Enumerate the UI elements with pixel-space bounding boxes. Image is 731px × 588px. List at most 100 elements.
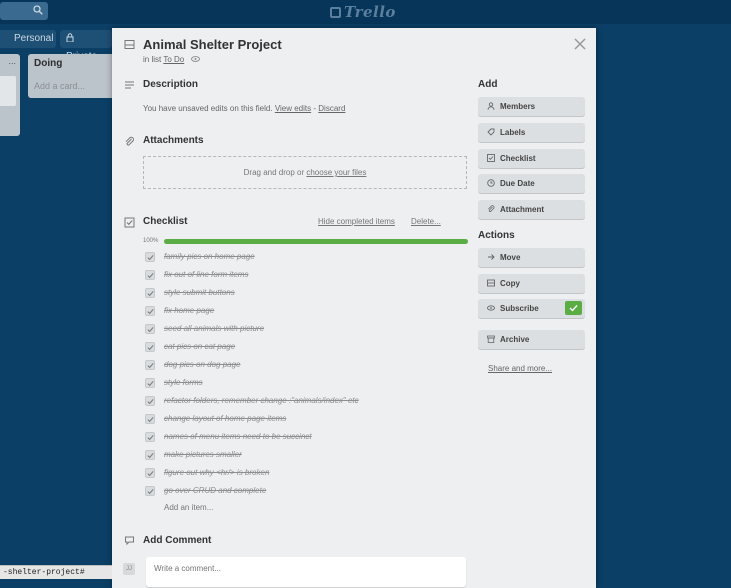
check-icon (147, 399, 154, 405)
checkbox[interactable] (145, 288, 155, 298)
checklist-item-text[interactable]: names of menu items need to be succinct (164, 432, 312, 441)
delete-checklist-link[interactable]: Delete... (411, 217, 441, 226)
avatar[interactable]: JJ (123, 563, 135, 575)
trello-logo-icon (330, 7, 341, 18)
add-item-link[interactable]: Add an item... (164, 503, 213, 512)
add-card-link[interactable]: Add a card... (34, 81, 85, 91)
labels-label: Labels (500, 128, 526, 137)
description-heading: Description (143, 79, 199, 90)
check-icon (147, 327, 154, 333)
checkbox[interactable] (145, 432, 155, 442)
checklist-item-text[interactable]: family pics on home page (164, 252, 255, 261)
checklist-item-text[interactable]: style submit buttons (164, 288, 235, 297)
checkbox[interactable] (145, 378, 155, 388)
checklist-item-text[interactable]: refactor folders, remember change :"anim… (164, 396, 359, 405)
checklist-item[interactable]: cat pics on cat page (143, 340, 473, 358)
card-title[interactable]: Animal Shelter Project (143, 37, 282, 52)
checklist-item[interactable]: fix home page (143, 304, 473, 322)
checklist-item[interactable]: family pics on home page (143, 250, 473, 268)
view-edits-link[interactable]: View edits (275, 104, 311, 113)
attachment-drop-zone[interactable]: Drag and drop or choose your files (143, 156, 467, 189)
checkbox[interactable] (145, 396, 155, 406)
checklist-item-text[interactable]: style forms (164, 378, 203, 387)
checklist-item-text[interactable]: fix home page (164, 306, 214, 315)
checklist-item-text[interactable]: cat pics on cat page (164, 342, 235, 351)
card-list-info: in list To Do (143, 55, 201, 64)
checklist-item[interactable]: change layout of home page items (143, 412, 473, 430)
person-icon (487, 102, 495, 110)
checkbox[interactable] (145, 486, 155, 496)
check-icon (569, 305, 578, 312)
checklist-button[interactable]: Checklist (478, 149, 585, 168)
choose-files-link[interactable]: choose your files (306, 168, 366, 177)
hide-completed-link[interactable]: Hide completed items (318, 217, 395, 226)
check-icon (147, 453, 154, 459)
checkbox[interactable] (145, 468, 155, 478)
checklist-item-text[interactable]: seed all animals with picture (164, 324, 264, 333)
checklist-item[interactable]: names of menu items need to be succinct (143, 430, 473, 448)
personal-team-button[interactable]: Personal (0, 30, 56, 48)
card-icon (124, 40, 135, 49)
due-date-button[interactable]: Due Date (478, 174, 585, 193)
checklist-item[interactable]: seed all animals with picture (143, 322, 473, 340)
checklist-item[interactable]: make pictures smaller (143, 448, 473, 466)
archive-icon (487, 335, 495, 343)
add-heading: Add (478, 79, 498, 90)
checklist-item-text[interactable]: figure out why <hr/> is broken (164, 468, 269, 477)
copy-button[interactable]: Copy (478, 274, 585, 293)
checklist-item-text[interactable]: change layout of home page items (164, 414, 286, 423)
checklist-progress-fill (164, 239, 468, 244)
attachments-heading: Attachments (143, 135, 204, 146)
checkbox[interactable] (145, 360, 155, 370)
unsaved-edits-notice: You have unsaved edits on this field. Vi… (143, 104, 345, 113)
archive-button[interactable]: Archive (478, 330, 585, 349)
move-button[interactable]: Move (478, 248, 585, 267)
attachment-button[interactable]: Attachment (478, 200, 585, 219)
trello-logo[interactable]: Trello (330, 3, 396, 21)
close-icon[interactable] (574, 38, 586, 50)
checkbox[interactable] (145, 270, 155, 280)
checkbox[interactable] (145, 324, 155, 334)
checklist-item[interactable]: style submit buttons (143, 286, 473, 304)
checkbox[interactable] (145, 414, 155, 424)
checklist-item[interactable]: figure out why <hr/> is broken (143, 466, 473, 484)
checklist-items: family pics on home page fix out of line … (143, 250, 473, 502)
list-menu-icon[interactable]: ... (8, 56, 16, 66)
description-icon (125, 81, 134, 89)
subscribe-button[interactable]: Subscribe (478, 299, 585, 318)
attachment-label: Attachment (500, 205, 545, 214)
checklist-item[interactable]: dog pics on dog page (143, 358, 473, 376)
discard-link[interactable]: Discard (318, 104, 345, 113)
checklist-item-text[interactable]: dog pics on dog page (164, 360, 241, 369)
members-button[interactable]: Members (478, 97, 585, 116)
checkbox-icon (487, 154, 495, 162)
list-title[interactable]: Doing (34, 58, 62, 69)
search-box[interactable] (0, 2, 48, 20)
labels-button[interactable]: Labels (478, 123, 585, 142)
checklist-heading: Checklist (143, 216, 188, 227)
comment-box[interactable] (146, 557, 466, 587)
checklist-item[interactable]: refactor folders, remember change :"anim… (143, 394, 473, 412)
list-name-link[interactable]: To Do (163, 55, 184, 64)
checklist-icon (124, 217, 135, 228)
checklist-item-text[interactable]: make pictures smaller (164, 450, 242, 459)
list-card[interactable] (0, 76, 16, 106)
checkbox[interactable] (145, 450, 155, 460)
privacy-button[interactable]: Private (60, 30, 112, 62)
share-and-more-link[interactable]: Share and more... (488, 364, 552, 373)
checklist-label: Checklist (500, 154, 536, 163)
checkbox[interactable] (145, 342, 155, 352)
check-icon (147, 345, 154, 351)
checklist-item[interactable]: style forms (143, 376, 473, 394)
checkbox[interactable] (145, 252, 155, 262)
checklist-item-text[interactable]: go over CRUD and complete (164, 486, 266, 495)
checklist-item[interactable]: fix out of line form items (143, 268, 473, 286)
checklist-item-text[interactable]: fix out of line form items (164, 270, 248, 279)
checklist-item[interactable]: go over CRUD and complete (143, 484, 473, 502)
comment-input[interactable] (146, 557, 462, 580)
top-header: Trello (0, 0, 731, 24)
checkbox[interactable] (145, 306, 155, 316)
subscribed-check-badge (565, 301, 582, 315)
members-label: Members (500, 102, 536, 111)
add-comment-heading: Add Comment (143, 535, 212, 546)
